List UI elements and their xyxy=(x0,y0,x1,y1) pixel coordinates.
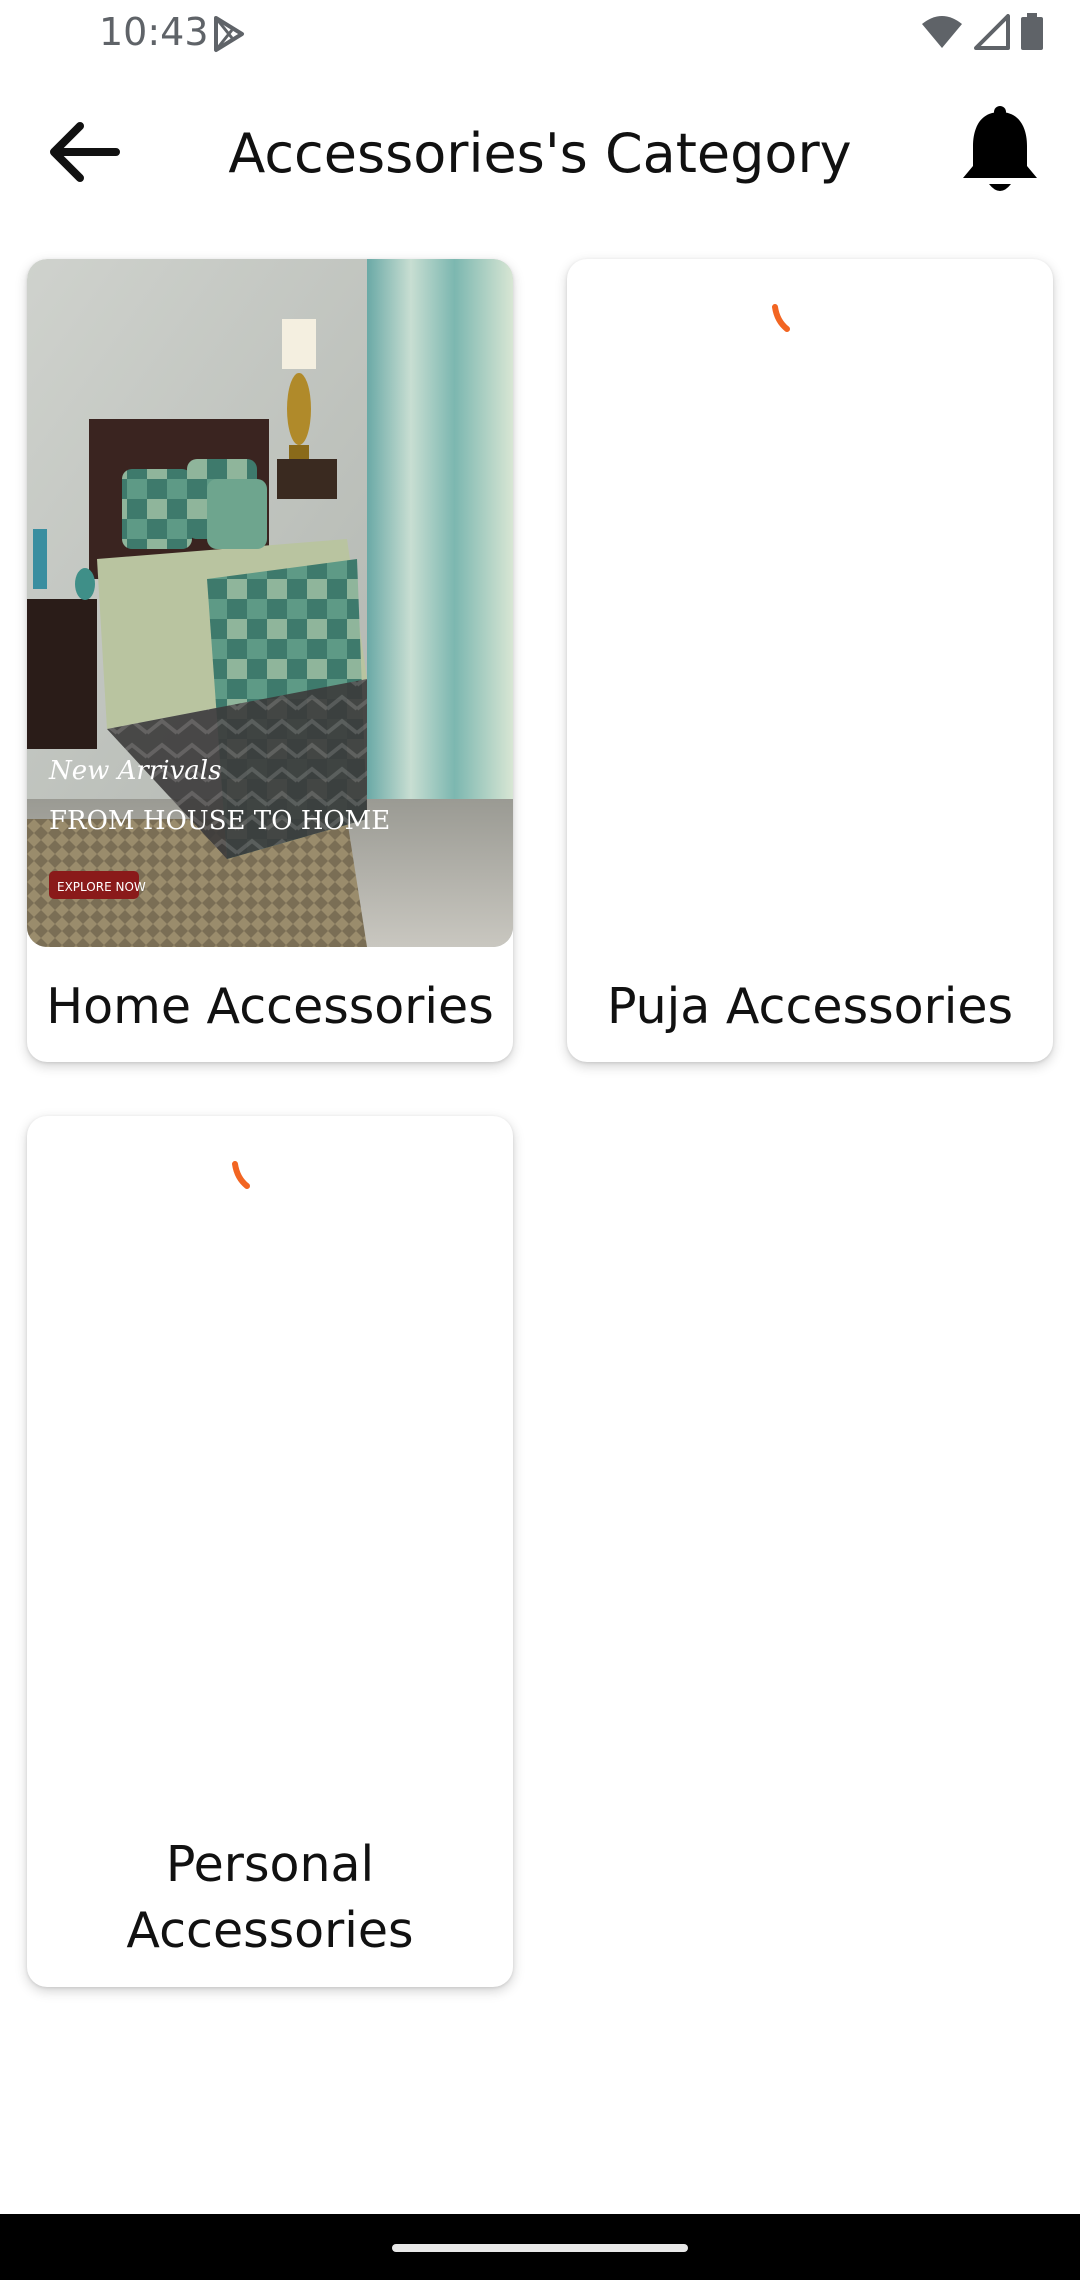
status-time: 10:43 xyxy=(99,10,209,54)
category-label-line: Personal xyxy=(165,1836,375,1893)
svg-text:EXPLORE NOW: EXPLORE NOW xyxy=(57,880,146,894)
bell-icon xyxy=(959,104,1041,200)
svg-text:FROM HOUSE TO HOME: FROM HOUSE TO HOME xyxy=(49,806,390,836)
category-image: New Arrivals FROM HOUSE TO HOME EXPLORE … xyxy=(27,259,513,947)
status-icons xyxy=(920,13,1044,55)
svg-text:New Arrivals: New Arrivals xyxy=(48,756,221,786)
category-label: Puja Accessories xyxy=(606,978,1014,1035)
category-label: Personal Accessories xyxy=(27,1832,513,1964)
category-label-line: Accessories xyxy=(126,1902,414,1959)
category-card-home-accessories[interactable]: New Arrivals FROM HOUSE TO HOME EXPLORE … xyxy=(27,259,513,1062)
category-card-personal-accessories[interactable]: Personal Accessories xyxy=(27,1116,513,1987)
loading-spinner-icon xyxy=(772,304,790,332)
app-bar: Accessories's Category xyxy=(0,66,1080,236)
notification-button[interactable] xyxy=(950,102,1050,202)
status-bar: 10:43 xyxy=(0,0,1080,66)
battery-icon xyxy=(1020,13,1044,55)
home-indicator[interactable] xyxy=(392,2244,688,2252)
wifi-icon xyxy=(920,14,964,54)
page-title: Accessories's Category xyxy=(228,122,852,185)
play-store-icon xyxy=(208,14,248,54)
system-nav-bar xyxy=(0,2214,1080,2280)
loading-spinner-icon xyxy=(232,1161,250,1189)
category-card-puja-accessories[interactable]: Puja Accessories xyxy=(567,259,1053,1062)
signal-icon xyxy=(974,14,1010,54)
category-label: Home Accessories xyxy=(46,978,494,1035)
